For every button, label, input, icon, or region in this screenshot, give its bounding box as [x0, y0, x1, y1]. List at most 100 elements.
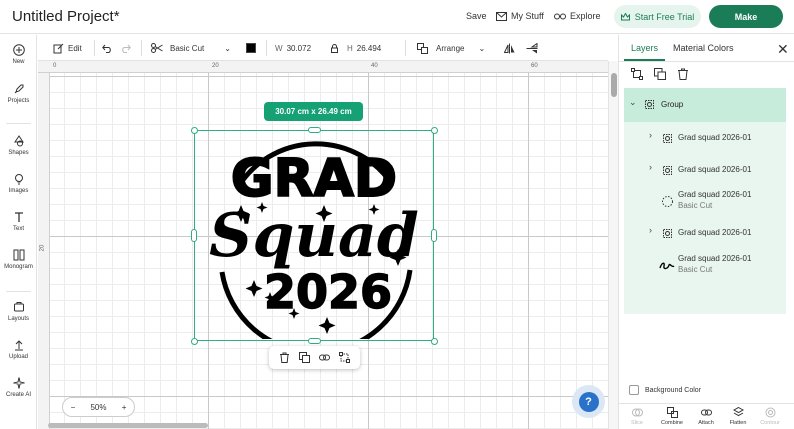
width-field[interactable]: W 30.072 [275, 39, 311, 57]
color-swatch[interactable] [246, 35, 256, 61]
nav-new[interactable]: New [0, 44, 37, 65]
vertical-scrollbar[interactable] [608, 61, 618, 429]
undo-button[interactable] [102, 35, 113, 61]
redo-button[interactable] [120, 35, 131, 61]
contour-label: Contour [760, 420, 780, 426]
tab-layers[interactable]: Layers [631, 43, 658, 53]
ruler-tick: 40 [371, 63, 378, 69]
attach-link-icon[interactable] [319, 352, 331, 363]
nav-text-label: Text [12, 226, 24, 232]
chevron-right-icon[interactable]: › [649, 130, 652, 140]
resize-handle[interactable] [191, 338, 198, 345]
layer-row[interactable]: › Grad squad 2026-01 [624, 130, 786, 150]
edit-icon [53, 43, 64, 53]
resize-handle[interactable] [431, 127, 438, 134]
ruler-tick: 60 [531, 63, 538, 69]
save-button[interactable]: Save [466, 11, 487, 21]
toolbar-divider [141, 40, 142, 56]
arrange-icon [417, 42, 428, 54]
layer-row[interactable]: › Grad squad 2026-01 [624, 225, 786, 245]
undo-icon [102, 44, 111, 53]
horizontal-scrollbar[interactable] [48, 423, 208, 428]
height-value[interactable]: 26.494 [357, 44, 381, 53]
nav-shapes[interactable]: Shapes [0, 135, 37, 156]
layer-row[interactable]: Grad squad 2026-01 Basic Cut [624, 188, 786, 214]
nav-images[interactable]: Images [0, 173, 37, 194]
help-icon: ? [578, 391, 599, 412]
layer-row[interactable]: › Grad squad 2026-01 [624, 162, 786, 182]
sparkle-icon [12, 377, 25, 389]
ruler-top: 0 20 40 60 [38, 61, 608, 73]
toolbar-divider [405, 40, 406, 56]
close-icon[interactable]: ✕ [777, 41, 789, 58]
combine-button[interactable]: Combine [657, 407, 687, 426]
zoom-out-button[interactable]: − [71, 403, 76, 412]
make-button[interactable]: Make [709, 5, 783, 28]
explore-button[interactable]: Explore [554, 11, 601, 21]
circle-dashed-icon [662, 196, 673, 207]
crown-icon [620, 12, 630, 20]
nav-text[interactable]: Text [0, 211, 37, 232]
top-bar: Untitled Project* Save My Stuff Explore … [0, 0, 794, 34]
width-label: W [275, 43, 283, 53]
layer-group-row[interactable]: ⌄ Group [624, 88, 786, 122]
zoom-in-button[interactable]: + [122, 403, 127, 412]
nav-divider [6, 291, 31, 292]
artwork-text-grad: GRAD [231, 149, 397, 209]
tab-underline [624, 59, 665, 61]
chevron-down-icon[interactable]: ⌄ [629, 97, 637, 108]
width-value[interactable]: 30.072 [287, 44, 311, 53]
tab-material-colors[interactable]: Material Colors [673, 43, 734, 53]
background-color-label: Background Color [645, 386, 702, 394]
slice-button[interactable]: Slice [622, 407, 652, 426]
nav-layouts[interactable]: Layouts [0, 301, 37, 322]
align-button[interactable] [526, 35, 538, 61]
plus-circle-icon [12, 44, 25, 56]
scroll-thumb[interactable] [611, 73, 617, 97]
edit-label: Edit [68, 43, 82, 53]
nav-new-label: New [12, 59, 25, 65]
save-label: Save [466, 11, 487, 21]
attach-button[interactable]: Attach [691, 407, 721, 426]
nav-upload[interactable]: Upload [0, 339, 37, 360]
start-free-trial-button[interactable]: Start Free Trial [614, 5, 701, 28]
contour-icon [765, 407, 775, 418]
nav-projects[interactable]: Projects [0, 83, 37, 104]
nav-divider [6, 123, 31, 124]
group-icon [663, 166, 672, 175]
my-stuff-button[interactable]: My Stuff [496, 11, 544, 21]
nav-images-label: Images [8, 188, 29, 194]
trash-icon[interactable] [279, 352, 290, 363]
chevron-right-icon[interactable]: › [649, 225, 652, 235]
layer-row[interactable]: Grad squad 2026-01 Basic Cut [624, 252, 786, 278]
flip-button[interactable] [504, 35, 515, 61]
background-color-checkbox[interactable] [629, 385, 639, 395]
grad-squad-artwork[interactable]: GRAD Squad 2026 [196, 132, 432, 339]
project-title[interactable]: Untitled Project* [12, 8, 120, 25]
chevron-right-icon[interactable]: › [649, 162, 652, 172]
trash-icon[interactable] [677, 68, 689, 80]
edit-button[interactable]: Edit [53, 35, 82, 61]
group-icon[interactable] [339, 352, 351, 363]
height-field[interactable]: H 26.494 [347, 39, 381, 57]
flatten-button[interactable]: Flatten [723, 407, 753, 426]
arrange-select[interactable]: Arrange ⌄ [417, 35, 485, 61]
layer-name: Grad squad 2026-01 [678, 254, 752, 263]
duplicate-icon[interactable] [654, 68, 666, 80]
monogram-icon [13, 249, 24, 261]
duplicate-icon[interactable] [298, 352, 310, 363]
group-icon[interactable] [631, 68, 643, 80]
help-button[interactable]: ? [572, 385, 605, 418]
nav-create-ai[interactable]: Create AI [0, 377, 37, 398]
operation-select[interactable]: Basic Cut ⌄ [151, 35, 231, 61]
nav-layouts-label: Layouts [7, 316, 29, 322]
background-color-toggle[interactable]: Background Color [629, 385, 701, 395]
nav-projects-label: Projects [7, 98, 30, 104]
resize-handle[interactable] [431, 338, 438, 345]
operation-label: Basic Cut [170, 43, 205, 53]
contour-button[interactable]: Contour [755, 407, 785, 426]
nav-monogram[interactable]: Monogram [0, 249, 37, 270]
nav-shapes-label: Shapes [8, 150, 29, 156]
lock-aspect-button[interactable] [331, 35, 338, 61]
explore-label: Explore [570, 11, 601, 21]
